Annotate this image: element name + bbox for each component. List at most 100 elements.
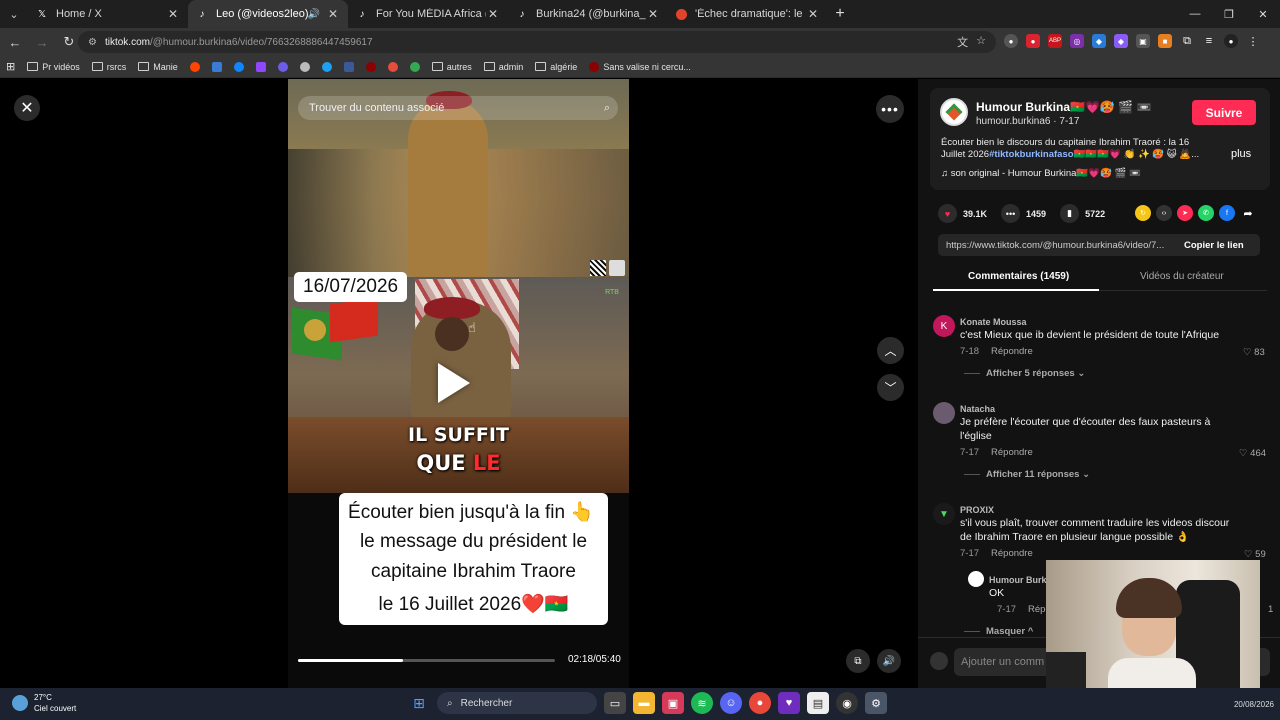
reply-like[interactable]: 1	[1268, 604, 1273, 615]
extension-icon[interactable]: ◆	[1114, 34, 1128, 48]
previous-video-button[interactable]: ︿	[877, 337, 904, 364]
bookmark-star-icon[interactable]: ☆	[976, 34, 986, 50]
translate-icon[interactable]: 文	[957, 34, 968, 50]
forward-icon[interactable]: →	[30, 30, 54, 54]
author-avatar[interactable]	[940, 98, 968, 126]
video-progress-bar[interactable]	[298, 659, 555, 662]
bookmark-folder[interactable]: autres	[431, 62, 472, 72]
notepad-icon[interactable]: ▤	[807, 692, 829, 714]
windows-start-icon[interactable]: ⊞	[408, 692, 430, 714]
weather-widget[interactable]: 27°C Ciel couvert	[12, 692, 76, 714]
whatsapp-icon[interactable]: ✆	[1198, 205, 1214, 221]
taskbar-search[interactable]: ⌕ Rechercher	[437, 692, 597, 714]
new-tab-button[interactable]: +	[828, 5, 852, 23]
extension-icon[interactable]: ●	[1026, 34, 1040, 48]
settings-gear-icon[interactable]: ⚙	[865, 692, 887, 714]
avatar[interactable]	[933, 402, 955, 424]
extensions-puzzle-icon[interactable]: ⧉	[1180, 34, 1194, 48]
app-icon[interactable]: ▣	[662, 692, 684, 714]
address-bar[interactable]: ⚙ tiktok.com /@humour.burkina6/video/766…	[78, 31, 996, 53]
like-button[interactable]: ♥ 39.1K	[938, 204, 987, 223]
more-description-link[interactable]: plus	[1231, 148, 1251, 160]
spotify-icon[interactable]: ≋	[691, 692, 713, 714]
next-video-button[interactable]: ﹀	[877, 374, 904, 401]
profile-avatar[interactable]: ●	[1224, 34, 1238, 48]
embed-icon[interactable]: ‹›	[1156, 205, 1172, 221]
media-control-icon[interactable]: ≡	[1202, 34, 1216, 48]
obs-icon[interactable]: ◉	[836, 692, 858, 714]
picture-in-picture-button[interactable]: ⧉	[846, 649, 870, 673]
comment-username[interactable]: Konate Moussa	[960, 317, 1027, 327]
bookmark-folder[interactable]: Manie	[138, 62, 178, 72]
comment-like[interactable]: ♡ 83	[1243, 347, 1265, 358]
close-tab-icon[interactable]: ✕	[326, 7, 340, 21]
back-icon[interactable]: ←	[3, 30, 27, 54]
minimize-icon[interactable]: —	[1178, 0, 1212, 28]
avatar[interactable]: ▼	[933, 503, 955, 525]
avatar[interactable]: K	[933, 315, 955, 337]
bookmark-site[interactable]	[255, 61, 266, 72]
music-link[interactable]: ♫ son original - Humour Burkina🇧🇫💗🥵 🎬 📼	[941, 168, 1141, 179]
hashtag-link[interactable]: #tiktokburkinafaso	[989, 149, 1073, 160]
comment-like[interactable]: ♡ 464	[1239, 448, 1266, 459]
follow-button[interactable]: Suivre	[1192, 100, 1256, 125]
more-options-button[interactable]: •••	[876, 95, 904, 123]
bookmark-site[interactable]	[321, 61, 332, 72]
browser-icon[interactable]: ●	[749, 692, 771, 714]
facebook-icon[interactable]: f	[1219, 205, 1235, 221]
close-tab-icon[interactable]: ✕	[806, 7, 820, 21]
volume-button[interactable]: 🔊	[877, 649, 901, 673]
reply-username[interactable]: Humour Burki	[989, 575, 1049, 585]
bookmark-site[interactable]	[409, 61, 420, 72]
bookmark-site[interactable]	[233, 61, 244, 72]
repost-icon[interactable]: ↻	[1135, 205, 1151, 221]
show-replies-button[interactable]: Afficher 5 réponses ⌄	[964, 368, 1085, 379]
bookmark-site[interactable]	[189, 61, 200, 72]
video-player[interactable]: Trouver du contenu associé ⌕ RTB 16/07/2…	[288, 79, 629, 688]
show-replies-button[interactable]: Afficher 11 réponses ⌄	[964, 469, 1090, 480]
extension-icon[interactable]: ◎	[1070, 34, 1084, 48]
file-explorer-icon[interactable]: ▬	[633, 692, 655, 714]
share-arrow-icon[interactable]: ➦	[1240, 205, 1256, 221]
bookmark-site[interactable]: Sans valise ni cercu...	[589, 61, 691, 72]
app-icon[interactable]: ♥	[778, 692, 800, 714]
close-video-button[interactable]: ✕	[14, 95, 40, 121]
extension-icon[interactable]: ●	[1004, 34, 1018, 48]
play-icon[interactable]	[438, 363, 470, 403]
tab-burkina24-tiktok[interactable]: ♪ Burkina24 (@burkina_24) | TikTo ✕	[508, 0, 668, 28]
bookmark-site[interactable]	[343, 61, 354, 72]
task-view-icon[interactable]: ▭	[604, 692, 626, 714]
close-tab-icon[interactable]: ✕	[646, 7, 660, 21]
related-search-bar[interactable]: Trouver du contenu associé ⌕	[298, 96, 618, 120]
tab-search-icon[interactable]: ⌄	[0, 0, 28, 28]
search-icon[interactable]: ⌕	[596, 102, 618, 115]
maximize-icon[interactable]: ❐	[1212, 0, 1246, 28]
bookmark-folder[interactable]: admin	[483, 62, 523, 72]
comment-username[interactable]: Natacha	[960, 404, 995, 414]
tab-home-x[interactable]: 𝕏 Home / X ✕	[28, 0, 188, 28]
apps-grid-icon[interactable]: ⊞	[6, 60, 15, 73]
close-tab-icon[interactable]: ✕	[486, 7, 500, 21]
tab-foryou-tiktok[interactable]: ♪ For You MÉDIA Africa (@foryou ✕	[348, 0, 508, 28]
speaker-icon[interactable]: 🔊	[308, 9, 320, 20]
send-icon[interactable]: ➤	[1177, 205, 1193, 221]
save-button[interactable]: ▮ 5722	[1060, 204, 1105, 223]
adblock-icon[interactable]: ABP	[1048, 34, 1062, 48]
copy-link-button[interactable]: Copier le lien	[1184, 240, 1244, 251]
tab-leo-tiktok[interactable]: ♪ Leo (@videos2leo) | TikTok 🔊 ✕	[188, 0, 348, 28]
hide-replies-button[interactable]: Masquer ^	[964, 626, 1033, 637]
extension-icon[interactable]: ■	[1158, 34, 1172, 48]
tab-comments[interactable]: Commentaires (1459)	[968, 271, 1069, 282]
bookmark-site[interactable]	[211, 61, 222, 72]
extension-icon[interactable]: ▣	[1136, 34, 1150, 48]
comment-button[interactable]: ••• 1459	[1001, 204, 1046, 223]
site-info-icon[interactable]: ⚙	[88, 37, 97, 48]
tab-creator-videos[interactable]: Vidéos du créateur	[1140, 271, 1224, 282]
close-window-icon[interactable]: ✕	[1246, 0, 1280, 28]
menu-kebab-icon[interactable]: ⋮	[1246, 34, 1260, 48]
tab-news[interactable]: 'Échec dramatique': le Burkina F ✕	[668, 0, 828, 28]
bookmark-site[interactable]	[387, 61, 398, 72]
bookmark-site[interactable]	[277, 61, 288, 72]
bookmark-folder[interactable]: algérie	[535, 62, 577, 72]
comment-username[interactable]: PROXIX	[960, 505, 994, 515]
